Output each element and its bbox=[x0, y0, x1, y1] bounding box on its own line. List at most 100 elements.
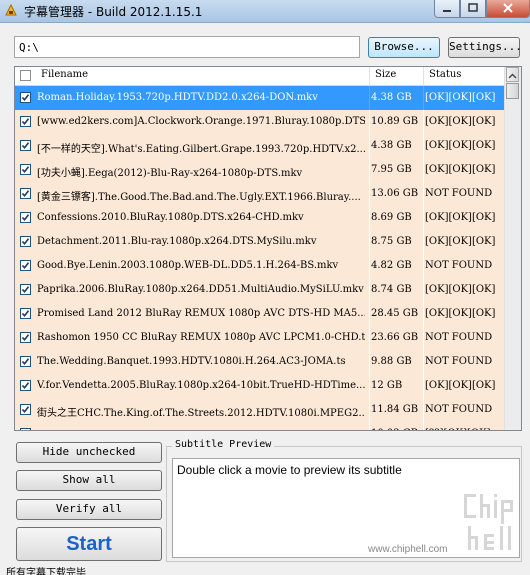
table-row[interactable]: Promised Land 2012 BluRay REMUX 1080p AV… bbox=[15, 302, 505, 326]
cell-divider bbox=[369, 422, 370, 430]
table-row[interactable]: [www.ed2kers.com]A.Clockwork.Orange.1971… bbox=[15, 110, 505, 134]
row-size: 8.74 GB bbox=[371, 284, 412, 295]
browse-button[interactable]: Browse... bbox=[368, 37, 440, 58]
row-status: [OK][OK][OK] bbox=[425, 236, 496, 247]
checkmark-icon bbox=[21, 94, 30, 102]
checkmark-icon bbox=[21, 286, 30, 294]
row-size: 10.89 GB bbox=[371, 116, 419, 127]
row-checkbox[interactable] bbox=[20, 188, 31, 199]
path-input[interactable] bbox=[14, 36, 360, 58]
table-row[interactable]: Good.Bye.Lenin.2003.1080p.WEB-DL.DD5.1.H… bbox=[15, 254, 505, 278]
row-checkbox[interactable] bbox=[20, 260, 31, 271]
checkmark-icon bbox=[21, 118, 30, 126]
minimize-button[interactable] bbox=[434, 0, 460, 18]
row-checkbox[interactable] bbox=[20, 140, 31, 151]
cell-divider bbox=[369, 230, 370, 254]
close-icon bbox=[503, 3, 513, 13]
cell-divider bbox=[369, 110, 370, 134]
table-row[interactable]: 林肯lincoln.2012.1080p.bluray.x264.sparks.… bbox=[15, 422, 505, 430]
status-text: 所有字幕下载完毕 bbox=[6, 568, 86, 575]
row-filename: 街头之王CHC.The.King.of.The.Streets.2012.HDT… bbox=[37, 408, 365, 419]
table-row[interactable]: Confessions.2010.BluRay.1080p.DTS.x264-C… bbox=[15, 206, 505, 230]
row-filename: Detachment.2011.Blu-ray.1080p.x264.DTS.M… bbox=[37, 236, 317, 247]
row-size: 23.66 GB bbox=[371, 332, 419, 343]
row-status: [OK][OK][OK] bbox=[425, 212, 496, 223]
table-row[interactable]: Roman.Holiday.1953.720p.HDTV.DD2.0.x264-… bbox=[15, 86, 505, 110]
row-checkbox[interactable] bbox=[20, 356, 31, 367]
hide-unchecked-button[interactable]: Hide unchecked bbox=[16, 442, 162, 463]
select-all-checkbox[interactable] bbox=[20, 70, 31, 81]
column-divider[interactable] bbox=[423, 67, 424, 85]
row-status: [OK][OK][OK] bbox=[425, 92, 496, 103]
settings-button[interactable]: Settings... bbox=[448, 37, 522, 58]
table-row[interactable]: [不一样的天空].What's.Eating.Gilbert.Grape.199… bbox=[15, 134, 505, 158]
row-status: NOT FOUND bbox=[425, 404, 493, 415]
row-size: 4.82 GB bbox=[371, 260, 412, 271]
start-button[interactable]: Start bbox=[16, 527, 162, 561]
table-row[interactable]: The.Wedding.Banquet.1993.HDTV.1080i.H.26… bbox=[15, 350, 505, 374]
cell-divider bbox=[423, 158, 424, 182]
checkmark-icon bbox=[21, 262, 30, 270]
row-size: 9.88 GB bbox=[371, 356, 412, 367]
checkmark-icon bbox=[21, 166, 30, 174]
scroll-thumb[interactable] bbox=[506, 83, 519, 99]
table-row[interactable]: Rashomon 1950 CC BluRay REMUX 1080p AVC … bbox=[15, 326, 505, 350]
cell-divider bbox=[369, 182, 370, 206]
row-status: [OK][OK][OK] bbox=[425, 140, 496, 151]
row-checkbox[interactable] bbox=[20, 404, 31, 415]
cell-divider bbox=[369, 86, 370, 110]
chiphell-logo bbox=[464, 494, 513, 550]
row-size: 11.84 GB bbox=[371, 404, 419, 415]
cell-divider bbox=[423, 326, 424, 350]
column-header-status[interactable]: Status bbox=[429, 69, 461, 80]
cell-divider bbox=[369, 374, 370, 398]
row-filename: Promised Land 2012 BluRay REMUX 1080p AV… bbox=[37, 308, 365, 319]
cell-divider bbox=[369, 398, 370, 422]
show-all-button[interactable]: Show all bbox=[16, 470, 162, 491]
row-checkbox[interactable] bbox=[20, 92, 31, 103]
column-header-size[interactable]: Size bbox=[375, 69, 396, 80]
checkmark-icon bbox=[21, 310, 30, 318]
cell-divider bbox=[369, 158, 370, 182]
close-button[interactable] bbox=[486, 0, 530, 18]
row-size: 4.38 GB bbox=[371, 92, 412, 103]
scroll-up-button[interactable] bbox=[506, 67, 519, 82]
row-filename: Confessions.2010.BluRay.1080p.DTS.x264-C… bbox=[37, 212, 304, 223]
row-filename: V.for.Vendetta.2005.BluRay.1080p.x264-10… bbox=[37, 380, 365, 391]
row-checkbox[interactable] bbox=[20, 236, 31, 247]
cell-divider bbox=[369, 134, 370, 158]
cell-divider bbox=[423, 398, 424, 422]
row-filename: [功夫小蝇].Eega(2012)-Blu-Ray-x264-1080p-DTS… bbox=[37, 168, 303, 179]
maximize-icon bbox=[468, 3, 478, 12]
row-filename: [www.ed2kers.com]A.Clockwork.Orange.1971… bbox=[37, 116, 365, 127]
checkmark-icon bbox=[21, 214, 30, 222]
column-header-filename[interactable]: Filename bbox=[41, 69, 88, 80]
table-row[interactable]: 街头之王CHC.The.King.of.The.Streets.2012.HDT… bbox=[15, 398, 505, 422]
table-row[interactable]: [黄金三镖客].The.Good.The.Bad.and.The.Ugly.EX… bbox=[15, 182, 505, 206]
row-filename: The.Wedding.Banquet.1993.HDTV.1080i.H.26… bbox=[37, 356, 346, 367]
table-row[interactable]: Paprika.2006.BluRay.1080p.x264.DD51.Mult… bbox=[15, 278, 505, 302]
vertical-scrollbar[interactable] bbox=[504, 67, 521, 430]
cell-divider bbox=[369, 302, 370, 326]
cell-divider bbox=[423, 86, 424, 110]
row-checkbox[interactable] bbox=[20, 308, 31, 319]
row-size: 4.38 GB bbox=[371, 140, 412, 151]
cell-divider bbox=[423, 134, 424, 158]
table-row[interactable]: Detachment.2011.Blu-ray.1080p.x264.DTS.M… bbox=[15, 230, 505, 254]
maximize-button[interactable] bbox=[460, 0, 486, 18]
table-row[interactable]: V.for.Vendetta.2005.BluRay.1080p.x264-10… bbox=[15, 374, 505, 398]
row-checkbox[interactable] bbox=[20, 428, 31, 430]
row-checkbox[interactable] bbox=[20, 332, 31, 343]
movie-list[interactable]: Filename Size Status Roman.Holiday.1953.… bbox=[14, 66, 522, 431]
row-status: [??][OK][OK] bbox=[425, 428, 503, 430]
row-checkbox[interactable] bbox=[20, 284, 31, 295]
verify-all-button[interactable]: Verify all bbox=[16, 499, 162, 520]
table-row[interactable]: [功夫小蝇].Eega(2012)-Blu-Ray-x264-1080p-DTS… bbox=[15, 158, 505, 182]
row-checkbox[interactable] bbox=[20, 380, 31, 391]
column-divider[interactable] bbox=[369, 67, 370, 85]
row-checkbox[interactable] bbox=[20, 164, 31, 175]
row-checkbox[interactable] bbox=[20, 116, 31, 127]
minimize-icon bbox=[443, 10, 451, 12]
row-checkbox[interactable] bbox=[20, 212, 31, 223]
chevron-up-icon bbox=[508, 73, 517, 79]
